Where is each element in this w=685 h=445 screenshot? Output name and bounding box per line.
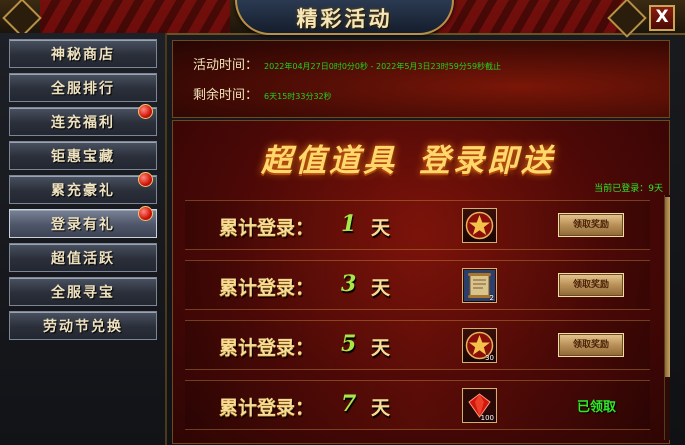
claimed-status: 已领取: [577, 400, 617, 415]
day-unit-label: 天: [371, 337, 391, 359]
remaining-time-value: 6天15时33分32秒: [264, 92, 332, 101]
sidebar-item-cumulative-recharge[interactable]: 累充豪礼: [9, 172, 157, 204]
sidebar-item-label: 全服排行: [51, 81, 115, 97]
sidebar-item-label: 劳动节兑换: [43, 319, 123, 335]
sidebar-item-label: 超值活跃: [51, 251, 115, 267]
claim-reward-label: 领取奖励: [572, 220, 609, 230]
sidebar-item-label: 全服寻宝: [51, 285, 115, 301]
title-plate: 精彩活动: [235, 0, 454, 35]
close-button[interactable]: X: [649, 5, 675, 31]
sidebar-item-login-gift[interactable]: 登录有礼: [9, 206, 157, 238]
sidebar-item-label: 钜惠宝藏: [51, 149, 115, 165]
claim-reward-label: 领取奖励: [572, 280, 609, 290]
login-day-number: 5: [341, 331, 357, 357]
day-unit-label: 天: [371, 397, 391, 419]
sidebar-item-label: 累充豪礼: [51, 183, 115, 199]
claim-reward-button[interactable]: 领取奖励: [558, 213, 624, 237]
activity-time-value: 2022年04月27日0时0分0秒 - 2022年5月3日23时59分59秒截止: [264, 62, 502, 71]
window-title: 精彩活动: [296, 6, 393, 31]
reward-list-scrollbar[interactable]: [664, 195, 670, 440]
scrollbar-thumb[interactable]: [665, 197, 670, 377]
item-quantity: 2: [489, 294, 494, 302]
claim-reward-button[interactable]: 领取奖励: [558, 333, 624, 357]
sidebar-item-label: 连充福利: [51, 115, 115, 131]
red-star-emblem-icon[interactable]: 30: [462, 328, 497, 363]
activity-time-row: 活动时间： 2022年04月27日0时0分0秒 - 2022年5月3日23时59分…: [193, 54, 501, 74]
sidebar-item-server-treasure-hunt[interactable]: 全服寻宝: [9, 277, 157, 306]
item-quantity: 100: [480, 414, 494, 422]
title-bar: 精彩活动 X: [0, 0, 685, 38]
cumulative-login-label: 累计登录：: [219, 337, 315, 359]
sidebar-item-label: 登录有礼: [51, 217, 115, 233]
sidebar-item-mystery-shop[interactable]: 神秘商店: [9, 39, 157, 68]
banner-text-right: 登录即送: [419, 143, 555, 179]
red-gem-icon[interactable]: 100: [462, 388, 497, 423]
cumulative-login-label: 累计登录：: [219, 277, 315, 299]
sidebar-item-server-ranking[interactable]: 全服排行: [9, 73, 157, 102]
activity-time-label: 活动时间：: [193, 58, 259, 73]
sidebar-item-value-activity[interactable]: 超值活跃: [9, 243, 157, 272]
cumulative-login-label: 累计登录：: [219, 217, 315, 239]
activity-window: 精彩活动 X 神秘商店 全服排行 连充福利 钜惠宝藏 累充豪礼 登录有礼 超值活…: [0, 0, 685, 445]
day-unit-label: 天: [371, 217, 391, 239]
cumulative-login-label: 累计登录：: [219, 397, 315, 419]
day-unit-label: 天: [371, 277, 391, 299]
reward-row: 累计登录： 1 天 领取奖励: [185, 200, 650, 250]
activity-info-panel: 活动时间： 2022年04月27日0时0分0秒 - 2022年5月3日23时59分…: [172, 40, 670, 118]
item-quantity: 30: [485, 354, 494, 362]
scroll-item-icon[interactable]: 2: [462, 268, 497, 303]
notification-dot-icon: [138, 206, 153, 221]
sidebar-item-consecutive-recharge[interactable]: 连充福利: [9, 104, 157, 136]
promo-banner: 超值道具 登录即送: [243, 135, 573, 185]
reward-row: 累计登录： 7 天 100 已领取: [185, 380, 650, 430]
claim-reward-button[interactable]: 领取奖励: [558, 273, 624, 297]
banner-text-left: 超值道具: [261, 143, 397, 179]
notification-dot-icon: [138, 172, 153, 187]
sidebar-item-labor-day-exchange[interactable]: 劳动节兑换: [9, 311, 157, 340]
remaining-time-row: 剩余时间： 6天15时33分32秒: [193, 84, 332, 104]
red-star-emblem-icon[interactable]: [462, 208, 497, 243]
login-day-number: 7: [341, 391, 357, 417]
login-day-count: 当前已登录：9天: [594, 184, 663, 194]
login-reward-panel: 超值道具 登录即送 当前已登录：9天 累计登录： 1 天 领取奖励 累计登录： 3…: [172, 120, 670, 444]
activity-sidebar: 神秘商店 全服排行 连充福利 钜惠宝藏 累充豪礼 登录有礼 超值活跃 全服寻宝 …: [0, 33, 167, 445]
remaining-time-label: 剩余时间：: [193, 88, 259, 103]
sidebar-item-label: 神秘商店: [51, 47, 115, 63]
claim-reward-label: 领取奖励: [572, 340, 609, 350]
login-day-number: 3: [341, 271, 357, 297]
login-day-number: 1: [341, 211, 357, 237]
decorative-ribbon: [40, 0, 230, 33]
decorative-ribbon: [435, 0, 625, 33]
sidebar-item-treasure-deals[interactable]: 钜惠宝藏: [9, 141, 157, 170]
notification-dot-icon: [138, 104, 153, 119]
reward-row: 累计登录： 3 天 2 领取奖励: [185, 260, 650, 310]
reward-row: 累计登录： 5 天 30 领取奖励: [185, 320, 650, 370]
